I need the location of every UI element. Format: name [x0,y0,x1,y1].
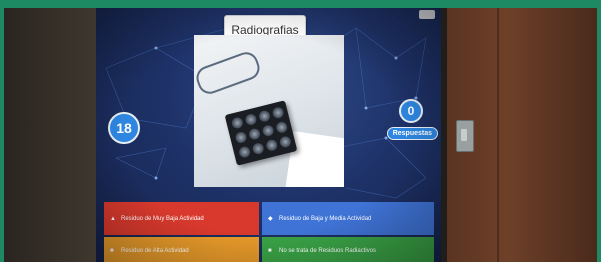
square-icon: ■ [268,248,272,254]
answer-option-3[interactable]: ■ Residuo de Alta Actividad [104,237,259,262]
answer-label: Residuo de Alta Actividad [121,248,189,254]
menu-icon[interactable] [419,10,435,19]
answer-label: No se trata de Residuos Radiactivos [279,248,377,254]
responses-count: 0 [399,99,423,123]
triangle-icon: ▲ [110,215,116,222]
diamond-icon: ◆ [268,216,273,222]
square-icon: ■ [110,248,114,254]
answer-option-1[interactable]: ▲ Residuo de Muy Baja Actividad [104,202,259,235]
light-switch [456,120,474,152]
x-ray-film [224,100,298,166]
responses-label: Respuestas [386,127,438,140]
glasses-shape [194,48,263,98]
timer-counter: 18 [108,112,140,144]
question-image [194,35,344,187]
answer-option-4[interactable]: ■ No se trata de Residuos Radiactivos [262,237,434,262]
answer-option-2[interactable]: ◆ Residuo de Baja y Media Actividad [262,202,434,235]
answer-label: Residuo de Baja y Media Actividad [279,215,372,222]
answer-label: Residuo de Muy Baja Actividad [121,215,204,222]
projection-screen: Radiografias 18 0 Respuestas ▲ Residuo d… [96,8,441,262]
photo-frame: Radiografias 18 0 Respuestas ▲ Residuo d… [4,8,597,262]
